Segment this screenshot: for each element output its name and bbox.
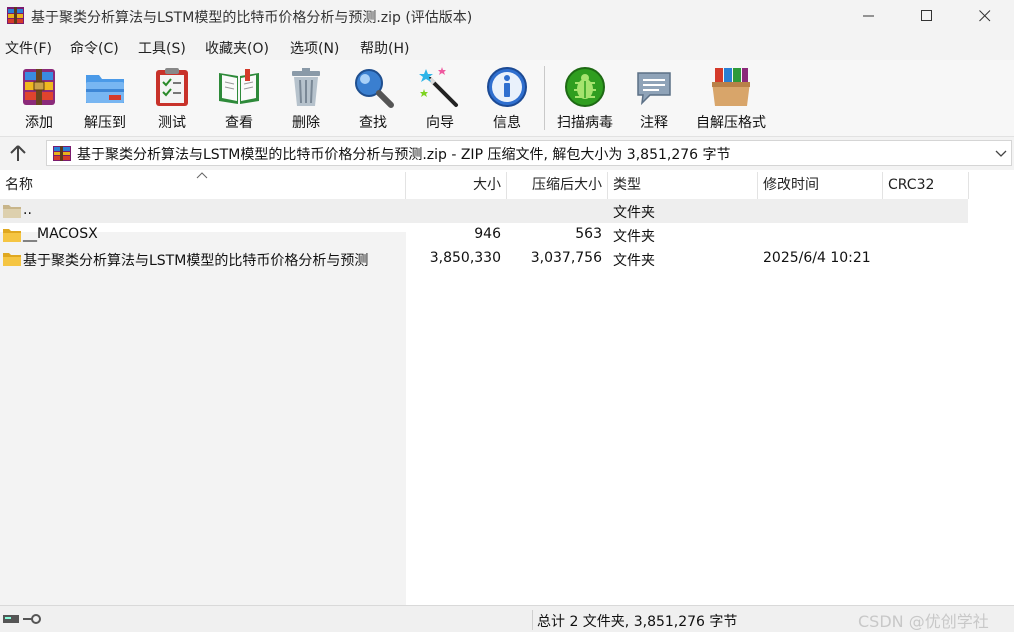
folder-icon <box>3 229 21 242</box>
close-icon <box>979 10 991 22</box>
menu-commands[interactable]: 命令(C) <box>70 38 119 58</box>
info-button[interactable]: 信息 <box>474 60 540 134</box>
minimize-button[interactable] <box>840 0 898 33</box>
virus-bug-icon <box>565 67 605 107</box>
comment-button[interactable]: 注释 <box>621 60 687 134</box>
row-type: 文件夹 <box>613 253 655 269</box>
up-one-level-button[interactable] <box>6 142 32 166</box>
sfx-label: 自解压格式 <box>696 115 766 131</box>
magnifier-icon <box>355 69 394 108</box>
folder-icon <box>3 253 21 266</box>
archive-path-field[interactable]: 基于聚类分析算法与LSTM模型的比特币价格分析与预测.zip - ZIP 压缩文… <box>46 140 1012 166</box>
table-row[interactable]: .. 文件夹 <box>0 199 968 223</box>
drive-key-icon[interactable] <box>2 612 44 626</box>
column-header-size[interactable]: 大小 <box>406 172 507 199</box>
row-packed: 3,037,756 <box>530 250 602 266</box>
row-packed: 563 <box>575 226 602 242</box>
row-name: 基于聚类分析算法与LSTM模型的比特币价格分析与预测 <box>23 253 369 269</box>
view-book-icon <box>219 69 259 104</box>
parent-folder-icon <box>3 205 21 218</box>
minimize-icon <box>863 15 874 17</box>
column-crc-label: CRC32 <box>888 177 935 193</box>
trash-icon <box>292 68 320 106</box>
extract-folder-icon <box>86 75 124 103</box>
test-clipboard-icon <box>156 68 188 106</box>
row-modified: 2025/6/4 10:21 <box>763 250 871 266</box>
maximize-icon <box>921 10 932 21</box>
column-size-label: 大小 <box>473 177 501 193</box>
status-bar: 总计 2 文件夹, 3,851,276 字节 CSDN @优创学社 <box>0 605 1014 632</box>
column-header-name[interactable]: 名称 <box>0 172 406 199</box>
column-header-packed[interactable]: 压缩后大小 <box>507 172 608 199</box>
column-header-crc[interactable]: CRC32 <box>883 172 969 199</box>
title-bar: 基于聚类分析算法与LSTM模型的比特币价格分析与预测.zip (评估版本) <box>0 0 1014 33</box>
address-bar: 基于聚类分析算法与LSTM模型的比特币价格分析与预测.zip - ZIP 压缩文… <box>0 137 1014 170</box>
watermark: CSDN @优创学社 <box>858 612 989 631</box>
row-name: .. <box>23 202 32 218</box>
table-row[interactable]: 基于聚类分析算法与LSTM模型的比特币价格分析与预测 3,850,330 3,0… <box>0 247 968 271</box>
column-modified-label: 修改时间 <box>763 177 819 193</box>
toolbar: 添加 解压到 测试 查看 删除 查找 向导 信息 扫描病毒 注释 自解压格式 <box>0 60 1014 137</box>
menu-file[interactable]: 文件(F) <box>5 38 52 58</box>
virus-scan-button[interactable]: 扫描病毒 <box>552 60 618 134</box>
window-title: 基于聚类分析算法与LSTM模型的比特币价格分析与预测.zip (评估版本) <box>31 10 473 26</box>
column-header-type[interactable]: 类型 <box>608 172 758 199</box>
column-name-label: 名称 <box>5 177 33 193</box>
row-type: 文件夹 <box>613 205 655 221</box>
maximize-button[interactable] <box>898 0 956 33</box>
row-size: 3,850,330 <box>429 250 501 266</box>
file-list: 名称 大小 压缩后大小 类型 修改时间 CRC32 .. 文件夹 __MACOS… <box>0 172 1014 605</box>
comment-label: 注释 <box>640 115 668 131</box>
archive-path-text: 基于聚类分析算法与LSTM模型的比特币价格分析与预测.zip - ZIP 压缩文… <box>77 147 731 163</box>
row-size: 946 <box>474 226 501 242</box>
row-type: 文件夹 <box>613 229 655 245</box>
menu-favorites[interactable]: 收藏夹(O) <box>205 38 269 58</box>
empty-list-area <box>0 232 406 605</box>
up-arrow-icon <box>10 145 26 161</box>
menu-tools[interactable]: 工具(S) <box>138 38 186 58</box>
row-name: __MACOSX <box>23 226 98 242</box>
menu-help[interactable]: 帮助(H) <box>360 38 409 58</box>
sfx-button[interactable]: 自解压格式 <box>696 60 766 134</box>
close-button[interactable] <box>956 0 1014 33</box>
status-summary: 总计 2 文件夹, 3,851,276 字节 <box>537 614 738 630</box>
column-type-label: 类型 <box>613 177 641 193</box>
add-archive-icon <box>23 69 55 105</box>
archive-file-icon <box>53 146 71 161</box>
sort-ascending-icon <box>196 172 208 179</box>
menu-bar: 文件(F) 命令(C) 工具(S) 收藏夹(O) 选项(N) 帮助(H) <box>0 33 1014 60</box>
info-label: 信息 <box>493 115 521 131</box>
status-divider <box>532 610 533 630</box>
chevron-down-icon[interactable] <box>995 147 1007 159</box>
column-header-modified[interactable]: 修改时间 <box>758 172 883 199</box>
menu-options[interactable]: 选项(N) <box>290 38 339 58</box>
sfx-box-icon <box>712 68 750 106</box>
magic-wand-icon <box>419 67 458 107</box>
table-row[interactable]: __MACOSX 946 563 文件夹 <box>0 223 968 247</box>
column-packed-label: 压缩后大小 <box>532 177 602 193</box>
comment-bubble-icon <box>637 72 671 106</box>
winrar-app-icon[interactable] <box>6 6 25 25</box>
info-icon <box>487 67 527 107</box>
